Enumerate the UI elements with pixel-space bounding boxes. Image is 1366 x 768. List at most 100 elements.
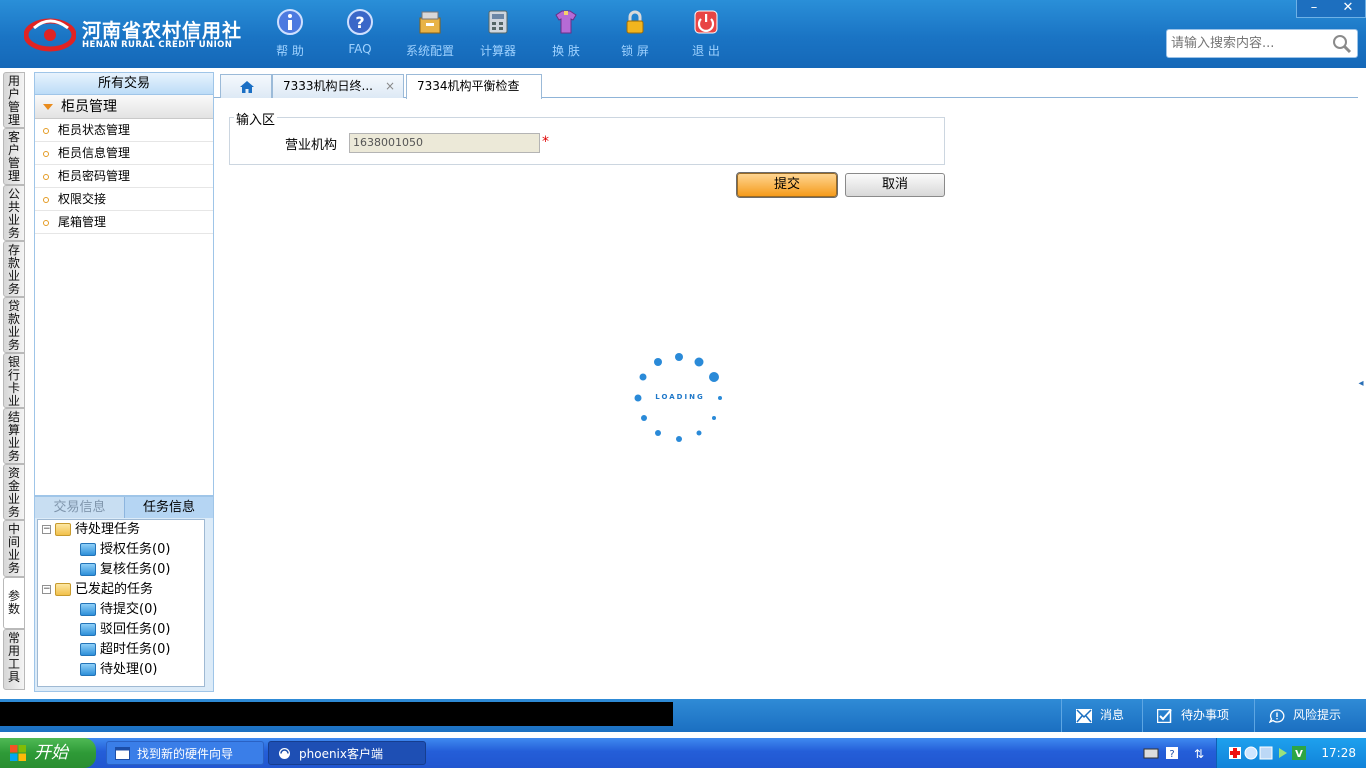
system-tray: V 17:28: [1216, 738, 1366, 768]
collapse-icon[interactable]: −: [42, 525, 51, 534]
tab-close-button[interactable]: ×: [385, 75, 395, 97]
vtab-funds[interactable]: 资金业务: [3, 464, 25, 520]
folder-icon: [80, 643, 96, 656]
nav-item-permission-handover[interactable]: 权限交接: [35, 188, 213, 211]
search-input[interactable]: [1167, 30, 1327, 57]
config-icon: [419, 11, 441, 34]
org-field[interactable]: 1638001050: [349, 133, 540, 153]
tree-node-label: 待处理任务: [75, 522, 141, 537]
quick-icons: ? ⇅: [1142, 745, 1212, 761]
tab-7334[interactable]: 7334机构平衡检查: [406, 74, 542, 99]
vtab-settlement[interactable]: 结算业务: [3, 408, 25, 464]
faq-button[interactable]: ? FAQ: [330, 8, 390, 60]
search-icon[interactable]: [1331, 33, 1353, 55]
close-button[interactable]: ✕: [1331, 0, 1365, 17]
nav-header[interactable]: 所有交易: [35, 73, 213, 95]
calculator-icon: [488, 10, 508, 34]
nav-item-tail-box[interactable]: 尾箱管理: [35, 211, 213, 234]
info-icon: [277, 9, 303, 35]
nav-item-teller-info[interactable]: 柜员信息管理: [35, 142, 213, 165]
submit-button[interactable]: 提交: [736, 172, 838, 198]
windows-logo-icon: [10, 745, 26, 761]
vtab-deposit[interactable]: 存款业务: [3, 241, 25, 297]
tab-7333[interactable]: 7333机构日终... ×: [272, 74, 404, 98]
message-button[interactable]: 消息: [1061, 699, 1142, 732]
nav-item-label: 柜员状态管理: [58, 123, 131, 137]
nav-item-teller-status[interactable]: 柜员状态管理: [35, 119, 213, 142]
task-label: phoenix客户端: [299, 747, 383, 761]
vtab-params[interactable]: 参数: [3, 577, 25, 629]
logo-mark-icon: [24, 18, 76, 52]
start-button[interactable]: 开始: [0, 738, 96, 768]
question-icon: ?: [347, 9, 373, 35]
tree-node-initiated[interactable]: − 已发起的任务: [42, 580, 153, 600]
cancel-button[interactable]: 取消: [845, 173, 945, 197]
vtab-loan[interactable]: 贷款业务: [3, 297, 25, 353]
checkbox-icon: [1157, 708, 1172, 723]
tree-node-to-submit[interactable]: 待提交(0): [80, 600, 157, 620]
bullet-icon: [43, 173, 49, 180]
task-panel: 交易信息 任务信息 − 待处理任务 授权任务(0) 复核任务(0) − 已发起的任务…: [34, 496, 214, 692]
tree-node-rejected[interactable]: 驳回任务(0): [80, 620, 170, 640]
collapse-icon[interactable]: −: [42, 585, 51, 594]
transaction-nav: 所有交易 柜员管理 柜员状态管理 柜员信息管理 柜员密码管理 权限交接 尾箱管理: [34, 72, 214, 496]
task-phoenix-client[interactable]: phoenix客户端: [268, 741, 426, 765]
calculator-label: 计算器: [479, 44, 516, 58]
lock-button[interactable]: 锁 屏: [605, 8, 665, 60]
org-label: 营业机构: [285, 138, 338, 153]
window-controls: – ✕: [1296, 0, 1366, 18]
risk-button[interactable]: 风险提示: [1254, 699, 1366, 732]
vtab-customer-mgmt[interactable]: 客户管理: [3, 128, 25, 185]
tree-node-timeout[interactable]: 超时任务(0): [80, 640, 170, 660]
tab-task-info[interactable]: 任务信息: [124, 497, 213, 518]
content-tabbar: 7333机构日终... × 7334机构平衡检查: [214, 72, 1358, 99]
tab-home[interactable]: [220, 74, 272, 98]
calculator-button[interactable]: 计算器: [468, 8, 528, 60]
folder-icon: [80, 623, 96, 636]
tray-icons[interactable]: V: [1227, 745, 1323, 761]
module-tabs: 用户管理 客户管理 公共业务 存款业务 贷款业务 银行卡业务 结算业务 资金业务…: [0, 72, 30, 690]
tree-node-review[interactable]: 复核任务(0): [80, 560, 170, 580]
required-mark: *: [542, 134, 549, 150]
folder-icon: [80, 543, 96, 556]
exit-button[interactable]: 退 出: [676, 8, 736, 60]
tab-label: 7334机构平衡检查: [417, 79, 520, 93]
task-hardware-wizard[interactable]: 找到新的硬件向导: [106, 741, 264, 765]
power-icon: [694, 10, 718, 34]
tree-node-pending[interactable]: − 待处理任务: [42, 520, 140, 540]
tree-node-label: 驳回任务(0): [100, 622, 171, 637]
open-folder-icon: [55, 583, 71, 596]
keyboard-help-icons[interactable]: ? ⇅: [1142, 745, 1212, 761]
exit-label: 退 出: [692, 44, 720, 58]
config-button[interactable]: 系统配置: [400, 8, 460, 60]
todo-button[interactable]: 待办事项: [1142, 699, 1254, 732]
skin-button[interactable]: 换 肤: [536, 8, 596, 60]
expand-arrow-icon: [43, 104, 53, 110]
vtab-user-mgmt[interactable]: 用户管理: [3, 72, 25, 128]
tree-node-label: 授权任务(0): [100, 542, 171, 557]
bullet-icon: [43, 150, 49, 157]
task-label: 找到新的硬件向导: [137, 747, 234, 761]
status-message-area: [0, 702, 673, 726]
help-button[interactable]: 帮 助: [260, 8, 320, 60]
tab-label: 7333机构日终...: [283, 79, 373, 93]
tree-node-authorize[interactable]: 授权任务(0): [80, 540, 170, 560]
tree-node-label: 待处理(0): [100, 662, 158, 677]
collapse-panel-icon[interactable]: ◂: [1356, 362, 1366, 406]
minimize-button[interactable]: –: [1297, 0, 1331, 17]
vtab-tools[interactable]: 常用工具: [3, 629, 25, 690]
bullet-icon: [43, 127, 49, 134]
app-icon: [279, 748, 290, 759]
help-label: 帮 助: [276, 44, 304, 58]
tab-trade-info[interactable]: 交易信息: [35, 497, 124, 518]
nav-item-teller-password[interactable]: 柜员密码管理: [35, 165, 213, 188]
vtab-bank-card[interactable]: 银行卡业务: [3, 353, 25, 408]
input-area-legend: 输入区: [234, 109, 278, 128]
nav-item-label: 柜员密码管理: [58, 169, 131, 183]
vtab-intermediary[interactable]: 中间业务: [3, 520, 25, 577]
vtab-public-business[interactable]: 公共业务: [3, 185, 25, 241]
nav-group-teller[interactable]: 柜员管理: [35, 95, 213, 119]
tree-node-to-process[interactable]: 待处理(0): [80, 660, 157, 680]
folder-icon: [80, 663, 96, 676]
lock-icon: [626, 10, 644, 34]
